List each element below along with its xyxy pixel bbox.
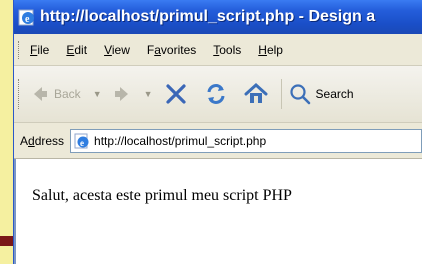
search-label: Search: [315, 87, 354, 101]
search-icon: [288, 82, 312, 106]
home-button[interactable]: [243, 81, 269, 107]
menu-help-label: elp: [266, 42, 283, 57]
back-dropdown-icon[interactable]: ▼: [93, 89, 102, 99]
stop-icon: [163, 81, 189, 107]
refresh-button[interactable]: [203, 81, 229, 107]
menu-favorites-label: vorites: [160, 42, 197, 57]
address-bar: Address e http://localhost/primul_script…: [14, 123, 422, 159]
forward-button[interactable]: [112, 84, 132, 104]
menu-tools-label: ools: [219, 42, 242, 57]
address-url: http://localhost/primul_script.php: [94, 133, 267, 148]
menu-favorites[interactable]: Favorites: [147, 43, 196, 57]
back-arrow-icon: [30, 84, 50, 104]
menu-view-label: iew: [111, 42, 130, 57]
refresh-icon: [203, 81, 229, 107]
back-label: Back: [54, 87, 81, 101]
back-button[interactable]: Back: [30, 84, 81, 104]
ie-page-icon: e: [18, 8, 36, 26]
menu-tools[interactable]: Tools: [213, 43, 241, 57]
toolbar-grip[interactable]: [18, 79, 22, 109]
menu-file[interactable]: File: [30, 43, 49, 57]
svg-text:e: e: [25, 14, 30, 25]
address-input[interactable]: e http://localhost/primul_script.php: [70, 128, 422, 153]
page-content: Salut, acesta este primul meu script PHP: [14, 159, 422, 264]
menu-grip[interactable]: [18, 40, 22, 59]
home-icon: [243, 81, 269, 107]
menu-favorites-accel: a: [154, 42, 161, 57]
menu-edit[interactable]: Edit: [66, 43, 87, 57]
svg-text:e: e: [80, 138, 84, 148]
menu-file-label: ile: [37, 42, 50, 57]
browser-window: e http://localhost/primul_script.php - D…: [14, 0, 422, 264]
address-label-accel: d: [28, 133, 35, 148]
address-label-rest: dress: [34, 133, 65, 148]
menu-help[interactable]: Help: [258, 43, 283, 57]
menu-view[interactable]: View: [104, 43, 130, 57]
forward-dropdown-icon[interactable]: ▼: [144, 89, 153, 99]
menu-help-accel: H: [258, 42, 267, 57]
menu-view-accel: V: [104, 42, 112, 57]
window-title: http://localhost/primul_script.php - Des…: [40, 8, 376, 25]
search-button[interactable]: Search: [288, 82, 354, 106]
standard-toolbar: Back ▼ ▼ Search: [14, 66, 422, 123]
menu-bar: File Edit View Favorites Tools Help: [14, 34, 422, 66]
page-text: Salut, acesta este primul meu script PHP: [32, 187, 292, 204]
address-label-pre: A: [20, 133, 29, 148]
menu-edit-label: dit: [74, 42, 88, 57]
stop-button[interactable]: [163, 81, 189, 107]
ie-page-icon: e: [74, 133, 90, 149]
forward-arrow-icon: [112, 84, 132, 104]
title-bar[interactable]: e http://localhost/primul_script.php - D…: [14, 0, 422, 34]
address-label: Address: [20, 134, 64, 148]
toolbar-separator: [280, 79, 282, 109]
